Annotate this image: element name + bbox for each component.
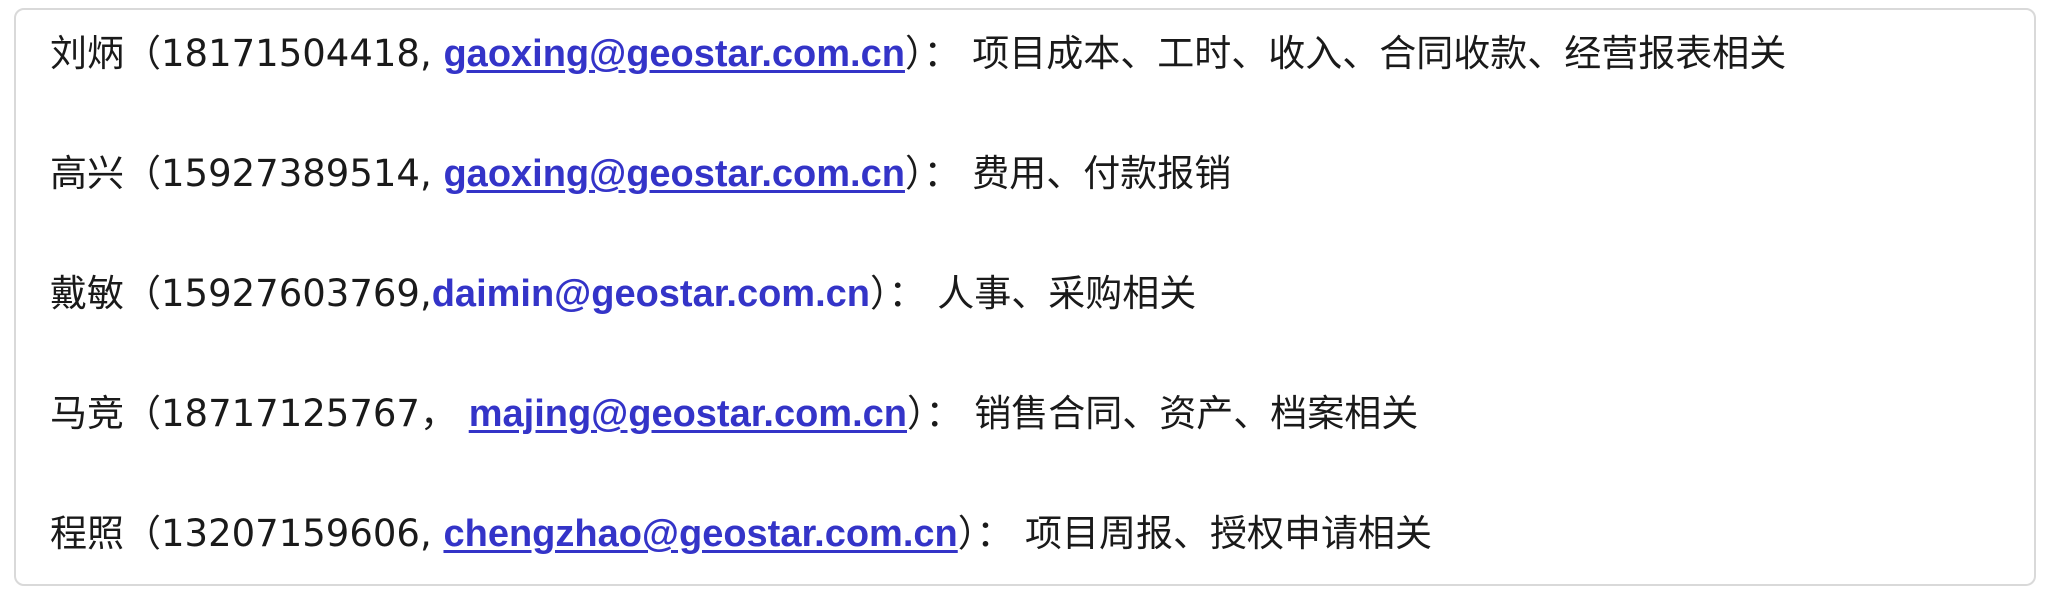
contact-line: 程照（13207159606, chengzhao@geostar.com.cn… [50,512,1432,556]
contact-line: 刘炳（18171504418, gaoxing@geostar.com.cn）：… [50,32,1786,76]
contact-line: 戴敏（15927603769,daimin@geostar.com.cn）： 人… [50,272,1196,316]
contact-duties: ）： 销售合同、资产、档案相关 [907,392,1419,435]
contact-line: 高兴（15927389514, gaoxing@geostar.com.cn）：… [50,152,1231,196]
contact-prefix: 高兴（15927389514, [50,152,444,195]
contact-prefix: 马竞（18717125767， [50,392,469,435]
email-link[interactable]: chengzhao@geostar.com.cn [443,513,957,555]
contact-prefix: 刘炳（18171504418, [50,32,444,75]
email-link[interactable]: gaoxing@geostar.com.cn [443,33,905,75]
contact-prefix: 程照（13207159606, [50,512,444,555]
email-link[interactable]: gaoxing@geostar.com.cn [443,153,905,195]
contact-duties: ）： 项目周报、授权申请相关 [957,512,1433,555]
contact-prefix: 戴敏（15927603769, [50,272,432,315]
contact-line: 马竞（18717125767， majing@geostar.com.cn）： … [50,392,1418,436]
contact-duties: ）： 项目成本、工时、收入、合同收款、经营报表相关 [904,32,1787,75]
email-text: daimin@geostar.com.cn [431,273,870,315]
contact-duties: ）： 人事、采购相关 [870,272,1197,315]
email-link[interactable]: majing@geostar.com.cn [469,393,907,435]
contact-list-panel: 刘炳（18171504418, gaoxing@geostar.com.cn）：… [14,8,2036,586]
contact-duties: ）： 费用、付款报销 [904,152,1232,195]
